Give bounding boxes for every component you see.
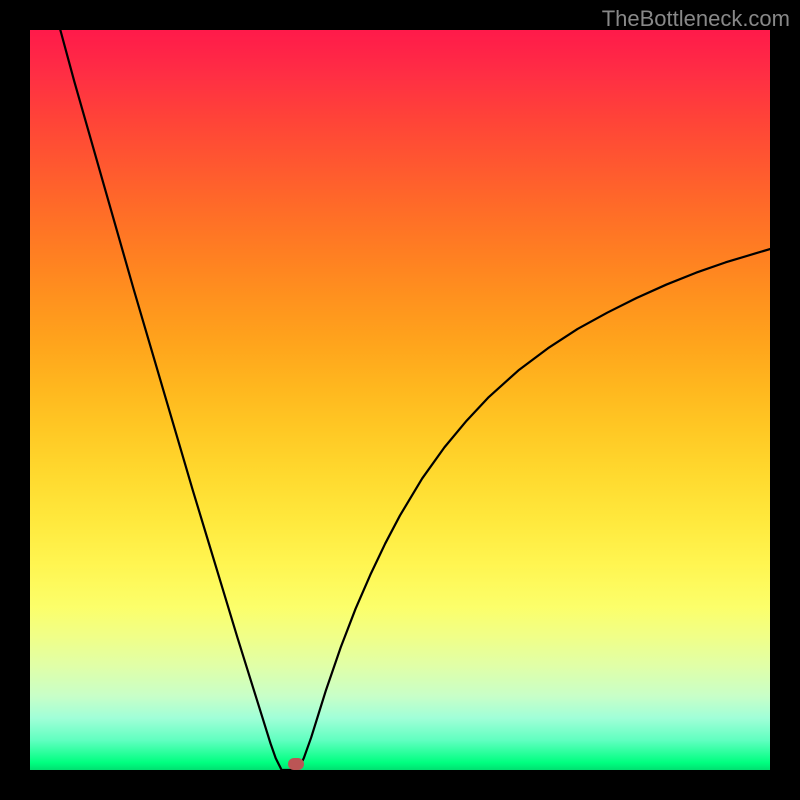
plot-area bbox=[30, 30, 770, 770]
chart-container: TheBottleneck.com bbox=[0, 0, 800, 800]
watermark-text: TheBottleneck.com bbox=[602, 6, 790, 32]
bottleneck-curve bbox=[60, 30, 770, 770]
curve-svg bbox=[30, 30, 770, 770]
optimum-marker bbox=[288, 758, 304, 770]
